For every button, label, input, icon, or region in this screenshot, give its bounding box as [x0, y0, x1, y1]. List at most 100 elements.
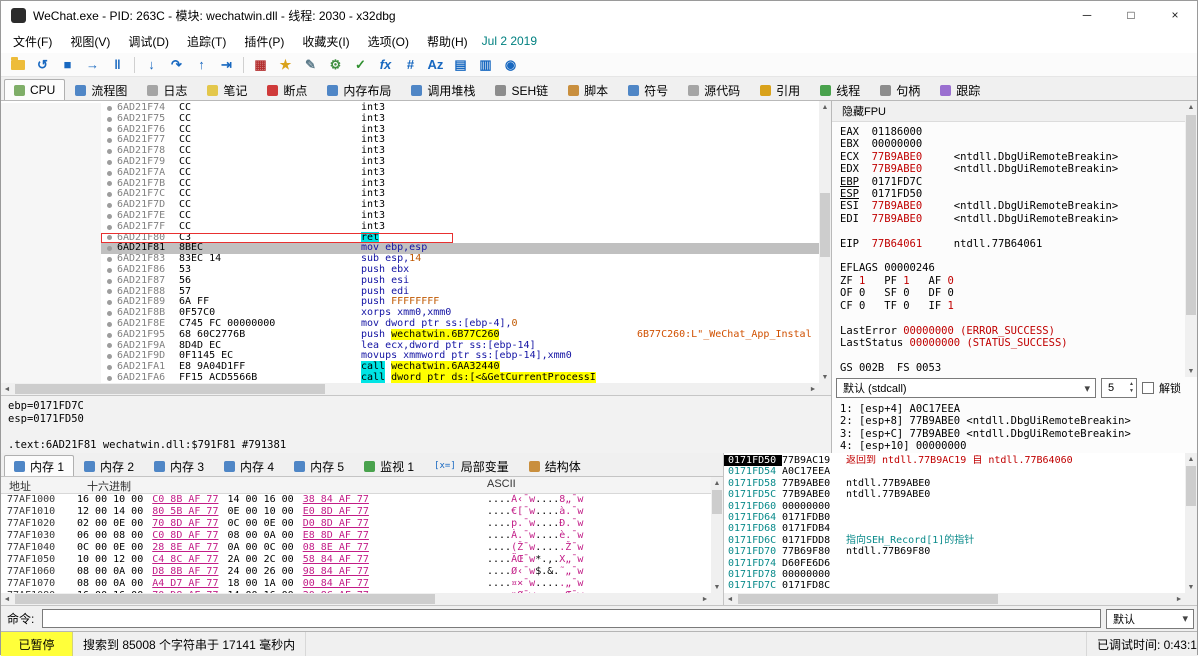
- breakpoint-dot-icon[interactable]: [107, 127, 112, 132]
- calling-convention-dropdown[interactable]: 默认 (stdcall): [836, 378, 1096, 398]
- scroll-right-icon[interactable]: [699, 593, 711, 605]
- tab-7[interactable]: SEH链: [485, 79, 558, 100]
- step-over-icon[interactable]: ↷: [164, 55, 189, 75]
- breakpoint-dot-icon[interactable]: [107, 354, 112, 359]
- scrollbar-thumb[interactable]: [712, 490, 722, 514]
- disasm-row[interactable]: 6AD21FA6FF15 ACD5566Bcall dword ptr ds:[…: [1, 373, 819, 383]
- stack-row[interactable]: 0171FD6000000000: [724, 501, 1185, 512]
- scroll-right-icon[interactable]: [1173, 593, 1185, 605]
- dump-row[interactable]: 77AF105010 00 12 00C4 8C AF 772A 00 2C 0…: [1, 554, 711, 566]
- bottom-tab-5[interactable]: 监视 1: [354, 455, 424, 476]
- disasm-row[interactable]: 6AD21F7ACCint3: [1, 168, 819, 179]
- spin-up-icon[interactable]: [1129, 382, 1134, 387]
- step-into-icon[interactable]: ↓: [139, 55, 164, 75]
- breakpoint-dot-icon[interactable]: [107, 214, 112, 219]
- breakpoint-dot-icon[interactable]: [107, 225, 112, 230]
- breakpoint-dot-icon[interactable]: [107, 279, 112, 284]
- breakpoint-dot-icon[interactable]: [107, 235, 112, 240]
- close-button[interactable]: ×: [1153, 1, 1197, 29]
- disasm-row[interactable]: 6AD21F7FCCint3: [1, 222, 819, 233]
- stack-row[interactable]: 0171FD7800000000: [724, 569, 1185, 580]
- scroll-right-icon[interactable]: [807, 383, 819, 395]
- scrollbar-thumb[interactable]: [1186, 115, 1196, 315]
- stack-horizontal-scrollbar[interactable]: [724, 593, 1185, 605]
- bottom-tab-2[interactable]: 内存 3: [144, 455, 214, 476]
- strings-icon[interactable]: Az: [423, 55, 448, 75]
- scrollbar-thumb[interactable]: [15, 384, 325, 394]
- scroll-down-icon[interactable]: [819, 371, 831, 383]
- breakpoint-dot-icon[interactable]: [107, 365, 112, 370]
- breakpoint-dot-icon[interactable]: [107, 181, 112, 186]
- settings-icon[interactable]: ⚙: [323, 55, 348, 75]
- open-file-icon[interactable]: [5, 55, 30, 75]
- scroll-left-icon[interactable]: [724, 593, 736, 605]
- tab-4[interactable]: 断点: [257, 79, 317, 100]
- tab-5[interactable]: 内存布局: [317, 79, 401, 100]
- scrollbar-thumb[interactable]: [738, 594, 998, 604]
- menu-item-5[interactable]: 收藏夹(I): [293, 30, 358, 53]
- bottom-tab-3[interactable]: 内存 4: [214, 455, 284, 476]
- patches-icon[interactable]: ▦: [248, 55, 273, 75]
- number-icon[interactable]: #: [398, 55, 423, 75]
- tab-14[interactable]: 跟踪: [930, 79, 990, 100]
- breakpoint-dot-icon[interactable]: [107, 257, 112, 262]
- step-out-icon[interactable]: ↑: [189, 55, 214, 75]
- restart-icon[interactable]: ↺: [30, 55, 55, 75]
- stop-icon[interactable]: ■: [55, 55, 80, 75]
- scrollbar-thumb[interactable]: [15, 594, 435, 604]
- functions-icon[interactable]: fx: [373, 55, 398, 75]
- menu-item-6[interactable]: 选项(O): [359, 30, 418, 53]
- breakpoint-dot-icon[interactable]: [107, 106, 112, 111]
- disassembly-view[interactable]: 6AD21F74CCint36AD21F75CCint36AD21F76CCin…: [1, 101, 831, 395]
- dump-row[interactable]: 77AF10400C 00 0E 0028 8E AF 770A 00 0C 0…: [1, 542, 711, 554]
- breakpoint-dot-icon[interactable]: [107, 343, 112, 348]
- disasm-row[interactable]: 6AD21F75CCint3: [1, 114, 819, 125]
- bottom-tab-7[interactable]: 结构体: [519, 455, 591, 476]
- tab-8[interactable]: 脚本: [558, 79, 618, 100]
- dump-row[interactable]: 77AF106008 00 0A 00D8 8B AF 7724 00 26 0…: [1, 566, 711, 578]
- hide-fpu-button[interactable]: 隐藏FPU: [832, 101, 896, 121]
- scrollbar-thumb[interactable]: [820, 193, 830, 257]
- disasm-row[interactable]: 6AD21F8756push esi: [1, 276, 819, 287]
- spin-down-icon[interactable]: [1129, 389, 1134, 394]
- stack-row[interactable]: 0171FD6C0171FDD8指向SEH_Record[1]的指针: [724, 535, 1185, 546]
- scroll-down-icon[interactable]: [1185, 581, 1197, 593]
- breakpoint-dot-icon[interactable]: [107, 171, 112, 176]
- tab-9[interactable]: 符号: [618, 79, 678, 100]
- memory-map-view-icon[interactable]: ▥: [473, 55, 498, 75]
- breakpoint-dot-icon[interactable]: [107, 192, 112, 197]
- bottom-tab-4[interactable]: 内存 5: [284, 455, 354, 476]
- maximize-button[interactable]: □: [1109, 1, 1153, 29]
- dump-vertical-scrollbar[interactable]: [711, 477, 723, 593]
- breakpoint-dot-icon[interactable]: [107, 203, 112, 208]
- scroll-left-icon[interactable]: [1, 593, 13, 605]
- breakpoint-dot-icon[interactable]: [107, 246, 112, 251]
- breakpoint-dot-icon[interactable]: [107, 311, 112, 316]
- menu-item-3[interactable]: 追踪(T): [178, 30, 235, 53]
- call-stack-view-icon[interactable]: ▤: [448, 55, 473, 75]
- run-icon[interactable]: →: [80, 55, 105, 75]
- dump-row[interactable]: 77AF101012 00 14 0080 5B AF 770E 00 10 0…: [1, 506, 711, 518]
- menu-item-2[interactable]: 调试(D): [119, 30, 178, 53]
- scroll-up-icon[interactable]: [1185, 453, 1197, 465]
- breakpoint-dot-icon[interactable]: [107, 160, 112, 165]
- breakpoint-dot-icon[interactable]: [107, 376, 112, 381]
- stack-row[interactable]: 0171FD640171FDB0: [724, 512, 1185, 523]
- breakpoint-dot-icon[interactable]: [107, 333, 112, 338]
- run-to-user-code-icon[interactable]: ⇥: [214, 55, 239, 75]
- pause-icon[interactable]: ‖: [105, 55, 130, 75]
- stack-row[interactable]: 0171FD7C0171FD8C: [724, 580, 1185, 591]
- disassembly-horizontal-scrollbar[interactable]: [1, 383, 819, 395]
- breakpoint-dot-icon[interactable]: [107, 138, 112, 143]
- command-input[interactable]: [42, 609, 1101, 628]
- stack-row[interactable]: 0171FD5077B9AC19返回到 ntdll.77B9AC19 自 ntd…: [724, 455, 1185, 466]
- bottom-tab-0[interactable]: 内存 1: [4, 455, 74, 476]
- tab-13[interactable]: 句柄: [870, 79, 930, 100]
- bottom-tab-6[interactable]: [x=]局部变量: [424, 455, 519, 476]
- breakpoint-dot-icon[interactable]: [107, 149, 112, 154]
- stack-row[interactable]: 0171FD5877B9ABE0ntdll.77B9ABE0: [724, 478, 1185, 489]
- scrollbar-thumb[interactable]: [1186, 466, 1196, 506]
- comment-icon[interactable]: ✎: [298, 55, 323, 75]
- disassembly-vertical-scrollbar[interactable]: [819, 101, 831, 383]
- registers-vertical-scrollbar[interactable]: [1185, 101, 1197, 377]
